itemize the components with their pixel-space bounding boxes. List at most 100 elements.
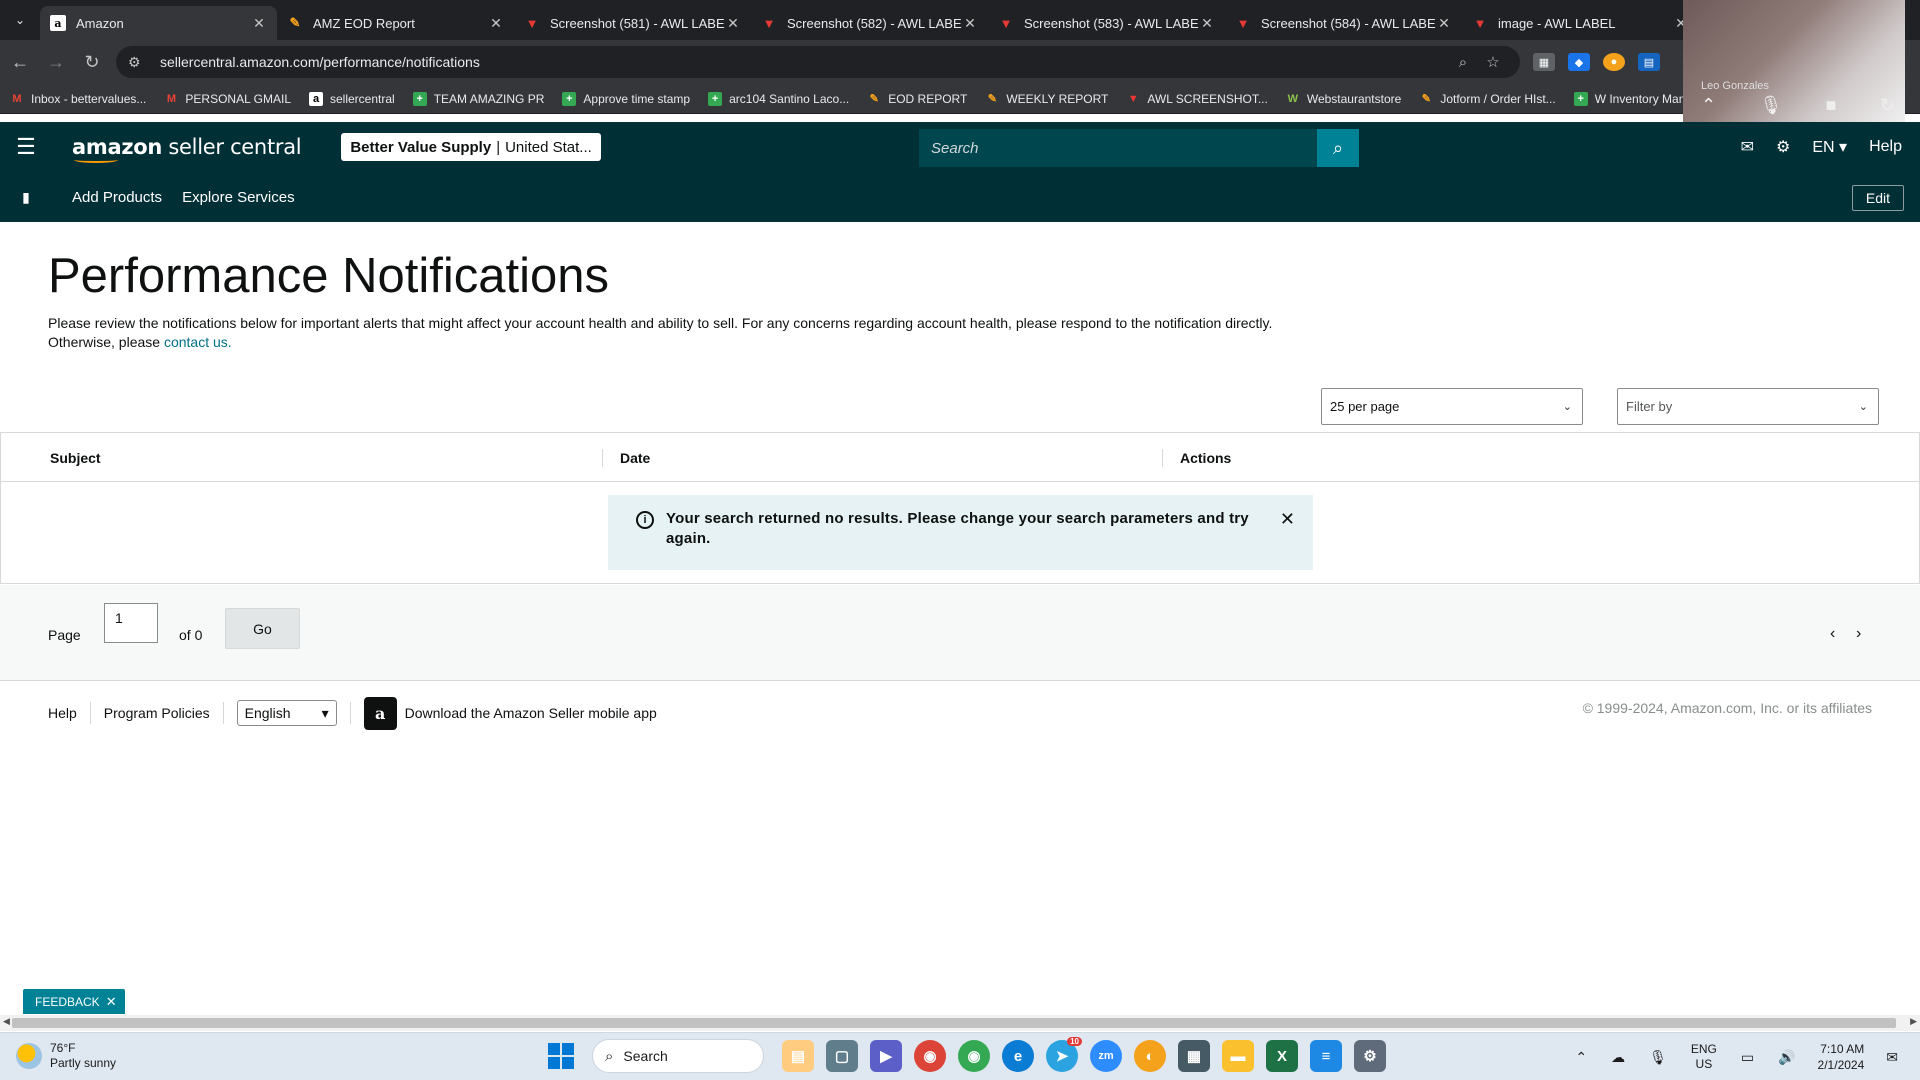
scroll-left-icon[interactable]: ◀: [3, 1016, 10, 1027]
menu-icon[interactable]: ☰: [0, 134, 52, 160]
network-icon[interactable]: ▭: [1741, 1049, 1754, 1066]
chrome-icon[interactable]: ◉: [958, 1040, 990, 1072]
back-arrow-icon[interactable]: ←: [4, 46, 36, 78]
zoom-icon[interactable]: zm: [1090, 1040, 1122, 1072]
file-explorer-icon[interactable]: ▬: [1222, 1040, 1254, 1072]
program-policies-link[interactable]: Program Policies: [104, 705, 210, 721]
address-bar[interactable]: ⚙ sellercentral.amazon.com/performance/n…: [116, 46, 1520, 78]
footer-language-select[interactable]: English ▾: [236, 700, 337, 726]
task-view-icon[interactable]: ▢: [826, 1040, 858, 1072]
browser-tab[interactable]: ▼ image - AWL LABEL ✕: [1462, 6, 1699, 40]
horizontal-scrollbar[interactable]: ◀ ▶: [0, 1015, 1920, 1031]
bookmark-item[interactable]: M PERSONAL GMAIL: [164, 92, 291, 106]
vpn-icon[interactable]: ◐: [1134, 1040, 1166, 1072]
scroll-right-icon[interactable]: ▶: [1910, 1016, 1917, 1027]
tab-close-icon[interactable]: ✕: [251, 15, 267, 32]
chevron-up-icon[interactable]: ⌃: [1575, 1049, 1587, 1066]
reload-icon[interactable]: ↻: [76, 46, 108, 78]
contact-us-link[interactable]: contact us.: [164, 334, 232, 350]
tab-close-icon[interactable]: ✕: [962, 15, 978, 32]
tab-close-icon[interactable]: ✕: [1199, 15, 1215, 32]
bookmark-item[interactable]: W Webstaurantstore: [1286, 92, 1402, 106]
help-link[interactable]: Help: [1869, 138, 1902, 156]
forward-arrow-icon[interactable]: →: [40, 46, 72, 78]
edge-icon[interactable]: e: [1002, 1040, 1034, 1072]
per-page-select[interactable]: 25 per page ⌄: [1321, 388, 1583, 425]
tab-close-icon[interactable]: ✕: [488, 15, 504, 32]
bookmark-item[interactable]: + arc104 Santino Laco...: [708, 91, 849, 106]
chrome-icon[interactable]: ◉: [914, 1040, 946, 1072]
browser-tab[interactable]: ▼ Screenshot (584) - AWL LABEL ✕: [1225, 6, 1462, 40]
go-button[interactable]: Go: [225, 608, 300, 649]
language-selector[interactable]: EN ▾: [1812, 137, 1847, 157]
filter-select[interactable]: Filter by ⌄: [1617, 388, 1879, 425]
telegram-icon[interactable]: ➤ 10: [1046, 1037, 1082, 1072]
extension-icon[interactable]: ◆: [1568, 53, 1590, 71]
download-app-link[interactable]: Download the Amazon Seller mobile app: [405, 705, 657, 721]
bookmark-item[interactable]: M Inbox - bettervalues...: [10, 92, 146, 106]
nav-explore-services[interactable]: Explore Services: [182, 189, 295, 206]
close-icon[interactable]: ✕: [106, 994, 117, 1010]
bookmark-item[interactable]: + Approve time stamp: [562, 91, 690, 106]
feedback-button[interactable]: FEEDBACK ✕: [23, 989, 125, 1014]
calculator-icon[interactable]: ▦: [1178, 1040, 1210, 1072]
microphone-icon[interactable]: 🎙: [1649, 1049, 1667, 1066]
bookmark-item[interactable]: ✎ EOD REPORT: [867, 92, 968, 106]
chevron-left-icon[interactable]: ‹: [1830, 625, 1835, 643]
bookmark-icon[interactable]: ▮: [0, 189, 52, 206]
chevron-up-icon[interactable]: ⌃: [1701, 95, 1716, 116]
bookmark-item[interactable]: ▼ AWL SCREENSHOT...: [1126, 92, 1268, 106]
excel-icon[interactable]: X: [1266, 1040, 1298, 1072]
video-call-overlay[interactable]: Leo Gonzales ⌃ 🎙 ■ ↻: [1683, 0, 1905, 124]
scrollbar-thumb[interactable]: [12, 1018, 1896, 1028]
bookmark-star-icon[interactable]: ☆: [1478, 53, 1508, 71]
refresh-icon[interactable]: ↻: [1880, 95, 1895, 116]
extension-icon[interactable]: ▤: [1638, 53, 1660, 71]
volume-icon[interactable]: 🔊: [1778, 1049, 1795, 1066]
seller-app-icon[interactable]: a: [363, 696, 397, 730]
file-stack-icon[interactable]: ▤: [782, 1040, 814, 1072]
extension-icon[interactable]: ▦: [1533, 53, 1555, 71]
search-button[interactable]: ⌕: [1317, 129, 1359, 167]
notifications-icon[interactable]: ✉: [1886, 1049, 1898, 1066]
edit-button[interactable]: Edit: [1851, 185, 1904, 211]
camera-icon[interactable]: ■: [1826, 95, 1837, 116]
settings-icon[interactable]: ⚙: [1354, 1040, 1386, 1072]
bookmark-item[interactable]: ✎ WEEKLY REPORT: [985, 92, 1109, 106]
browser-tab[interactable]: ▼ Screenshot (581) - AWL LABEL ✕: [514, 6, 751, 40]
store-selector[interactable]: Better Value Supply | United Stat...: [341, 133, 601, 161]
input-language[interactable]: ENG US: [1691, 1042, 1717, 1072]
seller-central-logo[interactable]: amazon seller central: [72, 135, 302, 163]
browser-tab[interactable]: ✎ AMZ EOD Report ✕: [277, 6, 514, 40]
search-input[interactable]: [919, 129, 1317, 167]
column-subject[interactable]: Subject: [50, 450, 101, 466]
notepad-icon[interactable]: ≡: [1310, 1040, 1342, 1072]
chevron-right-icon[interactable]: ›: [1856, 625, 1861, 643]
cloud-off-icon[interactable]: ☁: [1611, 1049, 1625, 1066]
tab-search-chevron-icon[interactable]: ⌄: [6, 6, 34, 34]
footer-help-link[interactable]: Help: [48, 705, 77, 721]
teams-icon[interactable]: ▶: [870, 1040, 902, 1072]
tab-close-icon[interactable]: ✕: [725, 15, 741, 32]
taskbar-search[interactable]: ⌕ Search: [592, 1039, 764, 1073]
bookmark-item[interactable]: + W Inventory Manag: [1573, 91, 1699, 106]
windows-start-icon[interactable]: [548, 1043, 574, 1069]
column-date[interactable]: Date: [620, 450, 650, 466]
tab-close-icon[interactable]: ✕: [1436, 15, 1452, 32]
browser-tab[interactable]: ▼ Screenshot (582) - AWL LABEL ✕: [751, 6, 988, 40]
close-icon[interactable]: ✕: [1280, 509, 1295, 570]
browser-tab[interactable]: ▼ Screenshot (583) - AWL LABEL ✕: [988, 6, 1225, 40]
site-info-icon[interactable]: ⚙: [128, 54, 148, 71]
bookmark-item[interactable]: + TEAM AMAZING PR: [412, 91, 544, 106]
mail-icon[interactable]: ✉: [1741, 137, 1754, 157]
weather-widget[interactable]: 76°F Partly sunny: [16, 1041, 116, 1071]
zoom-icon[interactable]: ⌕: [1448, 54, 1478, 71]
nav-add-products[interactable]: Add Products: [72, 189, 162, 206]
bookmark-item[interactable]: ✎ Jotform / Order HIst...: [1419, 92, 1556, 106]
url-text[interactable]: sellercentral.amazon.com/performance/not…: [160, 54, 1448, 70]
bookmark-item[interactable]: a sellercentral: [309, 91, 395, 106]
extension-icon[interactable]: ●: [1603, 53, 1625, 71]
mic-off-icon[interactable]: 🎙: [1759, 95, 1782, 116]
browser-tab[interactable]: a Amazon ✕: [40, 6, 277, 40]
clock[interactable]: 7:10 AM 2/1/2024: [1818, 1041, 1865, 1073]
